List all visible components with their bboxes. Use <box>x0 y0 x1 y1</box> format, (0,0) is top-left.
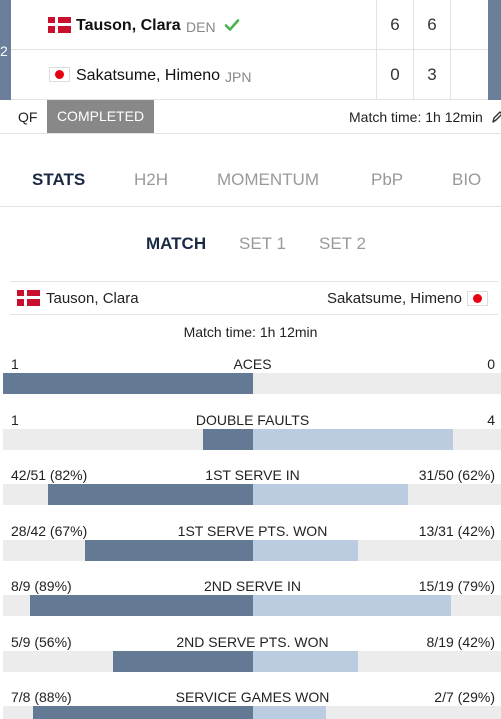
flag-denmark-icon <box>48 17 71 33</box>
stat-bar-left <box>48 484 253 505</box>
stat-bar-right <box>253 484 408 505</box>
player-2-set-3 <box>450 50 488 100</box>
flag-denmark-icon <box>17 290 40 306</box>
player-2-country: JPN <box>225 69 252 85</box>
seed-marker: 2 <box>0 43 8 59</box>
subtab-match[interactable]: MATCH <box>146 234 206 254</box>
stat-bar-left <box>33 706 253 719</box>
player-2-name[interactable]: Sakatsume, Himeno <box>76 67 220 85</box>
stat-label: ACES <box>233 356 272 372</box>
stat-bar-track <box>3 595 501 616</box>
stat-row: 7/8 (88%) SERVICE GAMES WON 2/7 (29%) <box>0 689 501 719</box>
stat-bar-track <box>3 540 501 561</box>
score-side-bar <box>488 0 501 100</box>
stat-bar-left <box>113 651 253 672</box>
player-2-set-1: 0 <box>376 50 413 100</box>
right-player-name: Sakatsume, Himeno <box>326 290 462 307</box>
round-label: QF <box>18 109 38 125</box>
flag-japan-icon <box>467 291 488 306</box>
stat-row: 42/51 (82%) 1ST SERVE IN 31/50 (62%) <box>0 467 501 523</box>
stat-right-value: 13/31 (42%) <box>418 523 495 539</box>
player-row-2[interactable]: Sakatsume, Himeno JPN 0 3 <box>11 50 499 100</box>
match-time: Match time: 1h 12min <box>183 324 318 340</box>
stat-bar-track <box>3 373 501 394</box>
players-line: Tauson, Clara Sakatsume, Himeno <box>10 281 498 315</box>
subtab-set-1[interactable]: SET 1 <box>239 234 286 254</box>
player-1-country: DEN <box>186 19 216 35</box>
period-tabs: MATCH SET 1 SET 2 <box>0 224 501 264</box>
stat-bar-right <box>253 651 358 672</box>
tab-stats[interactable]: STATS <box>32 170 85 190</box>
stat-row: 5/9 (56%) 2ND SERVE PTS. WON 8/19 (42%) <box>0 634 501 690</box>
player-2-set-2: 3 <box>413 50 450 100</box>
status-row: QF COMPLETED Match time: 1h 12min <box>0 100 501 134</box>
stat-bar-left <box>203 429 253 450</box>
stat-bar-right <box>253 540 358 561</box>
left-player-name: Tauson, Clara <box>46 290 139 307</box>
stat-right-value: 8/19 (42%) <box>426 634 495 650</box>
stat-bar-track <box>3 429 501 450</box>
stat-bar-track <box>3 706 501 719</box>
status-badge: COMPLETED <box>47 100 154 133</box>
stat-row: 1 DOUBLE FAULTS 4 <box>0 412 501 468</box>
stat-right-value: 4 <box>487 412 495 428</box>
player-1-set-2: 6 <box>413 0 450 50</box>
stat-bar-left <box>30 595 253 616</box>
stat-row: 8/9 (89%) 2ND SERVE IN 15/19 (79%) <box>0 578 501 634</box>
stat-right-value: 15/19 (79%) <box>418 578 495 594</box>
pencil-icon[interactable] <box>491 110 501 124</box>
main-tabs: STATS H2H MOMENTUM PbP BIO <box>0 150 501 207</box>
tab-momentum[interactable]: MOMENTUM <box>217 170 319 190</box>
tab-h2h[interactable]: H2H <box>134 170 168 190</box>
stat-bar-left <box>3 373 253 394</box>
stat-bar-right <box>253 706 326 719</box>
stat-right-value: 0 <box>487 356 495 372</box>
subtab-set-2[interactable]: SET 2 <box>319 234 366 254</box>
stat-bar-right <box>253 429 453 450</box>
seed-tab: 2 <box>0 0 11 100</box>
player-1-set-1: 6 <box>376 0 413 50</box>
check-icon <box>224 19 240 31</box>
stat-label: DOUBLE FAULTS <box>195 412 310 428</box>
stat-row: 1 ACES 0 <box>0 356 501 412</box>
player-row-1[interactable]: Tauson, Clara DEN 6 6 <box>11 0 499 50</box>
stat-bar-track <box>3 484 501 505</box>
tab-bio[interactable]: BIO <box>452 170 481 190</box>
player-1-name[interactable]: Tauson, Clara <box>76 17 181 35</box>
match-time-header: Match time: 1h 12min <box>349 109 483 125</box>
stat-right-value: 31/50 (62%) <box>418 467 495 483</box>
score-panel[interactable]: Tauson, Clara DEN 6 6 Sakatsume, Himeno … <box>11 0 499 100</box>
flag-japan-icon <box>49 67 70 82</box>
stat-row: 28/42 (67%) 1ST SERVE PTS. WON 13/31 (42%) <box>0 523 501 579</box>
stat-bar-right <box>253 595 451 616</box>
player-1-set-3 <box>450 0 488 50</box>
stat-bar-track <box>3 651 501 672</box>
tab-pbp[interactable]: PbP <box>371 170 403 190</box>
stat-bar-left <box>85 540 253 561</box>
stat-right-value: 2/7 (29%) <box>434 689 495 705</box>
stat-label: SERVICE GAMES WON <box>175 689 330 705</box>
